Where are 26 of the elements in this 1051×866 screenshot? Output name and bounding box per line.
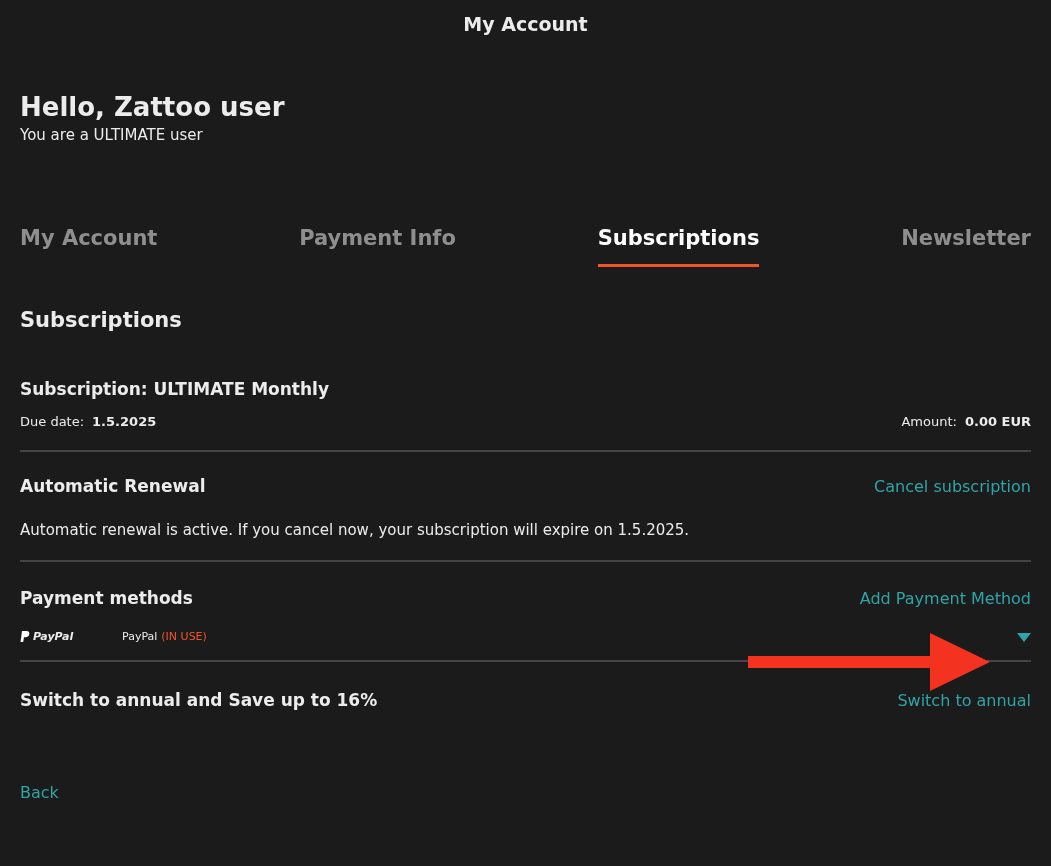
greeting-heading: Hello, Zattoo user xyxy=(20,90,286,124)
section-heading: Subscriptions xyxy=(20,307,183,334)
switch-to-annual-link[interactable]: Switch to annual xyxy=(897,689,1031,713)
payment-methods-heading: Payment methods xyxy=(20,586,193,610)
tab[interactable]: Newsletter xyxy=(901,222,1031,267)
expand-toggle[interactable] xyxy=(1017,632,1031,643)
page-title: My Account xyxy=(463,12,588,37)
cancel-subscription-link[interactable]: Cancel subscription xyxy=(874,475,1031,499)
amount-value: 0.00 EUR xyxy=(964,413,1031,431)
renewal-heading: Automatic Renewal xyxy=(20,474,206,498)
renewal-info-text: Automatic renewal is active. If you cancel now, your subscription will expire on 1.5.2025. xyxy=(20,520,691,541)
tab[interactable]: Subscriptions xyxy=(597,222,760,267)
due-date-label: Due date: xyxy=(20,413,85,431)
payment-method-name: PayPal xyxy=(122,629,158,645)
in-use-status: (IN USE) xyxy=(161,629,207,645)
tab[interactable]: Payment Info xyxy=(299,222,456,267)
tab[interactable]: My Account xyxy=(20,222,158,267)
add-payment-method-link[interactable]: Add Payment Method xyxy=(859,587,1031,611)
payment-logo-text: PayPal xyxy=(33,629,74,645)
back-link[interactable]: Back xyxy=(20,781,59,805)
due-date-value: 1.5.2025 xyxy=(92,413,157,431)
paypal-p-icon xyxy=(20,631,30,644)
account-type-text: You are a ULTIMATE user xyxy=(20,124,204,145)
amount-label: Amount: xyxy=(901,413,957,431)
annual-offer-heading: Switch to annual and Save up to 16% xyxy=(20,688,378,712)
subscription-title: Subscription: ULTIMATE Monthly xyxy=(20,377,330,401)
